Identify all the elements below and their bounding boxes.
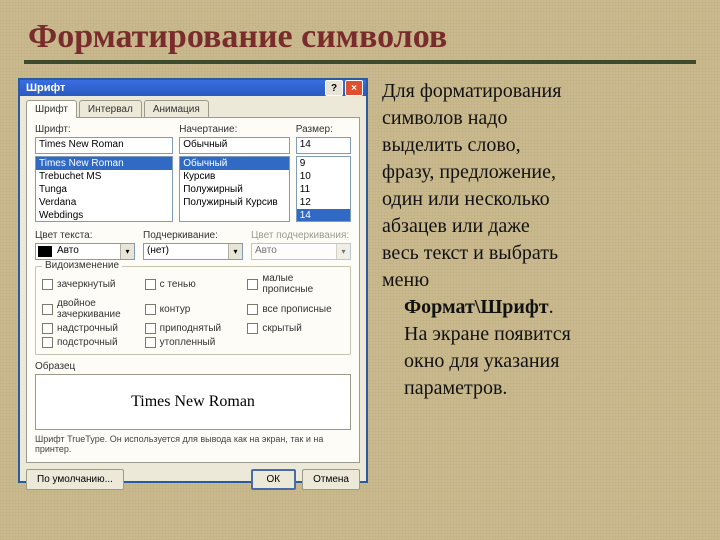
style-option[interactable]: Курсив bbox=[180, 170, 289, 183]
help-button[interactable]: ? bbox=[325, 80, 343, 96]
size-input[interactable]: 14 bbox=[296, 137, 351, 154]
style-option[interactable]: Обычный bbox=[180, 157, 289, 170]
font-dialog: Шрифт ? × Шрифт Интервал Анимация Шрифт: bbox=[18, 78, 368, 483]
size-option[interactable]: 10 bbox=[297, 170, 350, 183]
font-input[interactable]: Times New Roman bbox=[35, 137, 173, 154]
slide-title: Форматирование символов bbox=[28, 18, 702, 56]
tab-font-panel: Шрифт: Times New Roman Times New Roman T… bbox=[26, 117, 360, 463]
chk-sub[interactable]: подстрочный bbox=[42, 337, 139, 348]
size-option[interactable]: 11 bbox=[297, 183, 350, 196]
tab-spacing[interactable]: Интервал bbox=[79, 100, 142, 118]
font-option[interactable]: Webdings bbox=[36, 209, 172, 222]
size-listbox[interactable]: 9 10 11 12 14 bbox=[296, 156, 351, 222]
font-option[interactable]: Times New Roman bbox=[36, 157, 172, 170]
chk-shadow[interactable]: с тенью bbox=[145, 273, 242, 295]
chk-hidden[interactable]: скрытый bbox=[247, 323, 344, 334]
mods-group: Видоизменение зачеркнутый с тенью малые … bbox=[35, 266, 351, 355]
mods-legend: Видоизменение bbox=[42, 260, 122, 271]
font-option[interactable]: Tunga bbox=[36, 183, 172, 196]
font-label: Шрифт: bbox=[35, 124, 173, 135]
tab-font[interactable]: Шрифт bbox=[26, 100, 77, 118]
style-option[interactable]: Полужирный bbox=[180, 183, 289, 196]
tab-animation[interactable]: Анимация bbox=[144, 100, 209, 118]
style-listbox[interactable]: Обычный Курсив Полужирный Полужирный Кур… bbox=[179, 156, 290, 222]
cancel-button[interactable]: Отмена bbox=[302, 469, 360, 490]
ucolor-label: Цвет подчеркивания: bbox=[251, 230, 351, 241]
chk-outline[interactable]: контур bbox=[145, 298, 242, 320]
size-option[interactable]: 14 bbox=[297, 209, 350, 222]
chk-strike[interactable]: зачеркнутый bbox=[42, 273, 139, 295]
underline-combo[interactable]: (нет)▾ bbox=[143, 243, 243, 260]
slide-body: Для форматирования символов надо выделит… bbox=[382, 78, 702, 483]
size-label: Размер: bbox=[296, 124, 351, 135]
menu-reference: Формат\Шрифт bbox=[404, 296, 549, 318]
font-option[interactable]: Verdana bbox=[36, 196, 172, 209]
close-button[interactable]: × bbox=[345, 80, 363, 96]
chevron-down-icon: ▾ bbox=[228, 244, 242, 259]
ucolor-combo: Авто▾ bbox=[251, 243, 351, 260]
style-option[interactable]: Полужирный Курсив bbox=[180, 196, 289, 209]
ok-button[interactable]: ОК bbox=[251, 469, 297, 490]
font-listbox[interactable]: Times New Roman Trebuchet MS Tunga Verda… bbox=[35, 156, 173, 222]
style-input[interactable]: Обычный bbox=[179, 137, 290, 154]
size-option[interactable]: 12 bbox=[297, 196, 350, 209]
tabs: Шрифт Интервал Анимация bbox=[26, 100, 360, 118]
body-para2: На экране появится окно для указания пар… bbox=[404, 321, 692, 402]
sample-preview: Times New Roman bbox=[35, 374, 351, 430]
default-button[interactable]: По умолчанию... bbox=[26, 469, 124, 490]
chevron-down-icon: ▾ bbox=[336, 244, 350, 259]
dialog-title: Шрифт bbox=[26, 82, 323, 94]
chk-engrave[interactable]: утопленный bbox=[145, 337, 242, 348]
chk-dblstrike[interactable]: двойное зачеркивание bbox=[42, 298, 139, 320]
dialog-titlebar: Шрифт ? × bbox=[20, 80, 366, 96]
chevron-down-icon: ▾ bbox=[120, 244, 134, 259]
body-para1: Для форматирования символов надо выделит… bbox=[382, 78, 692, 294]
font-option[interactable]: Trebuchet MS bbox=[36, 170, 172, 183]
underline-label: Подчеркивание: bbox=[143, 230, 243, 241]
font-hint: Шрифт TrueType. Он используется для выво… bbox=[35, 434, 351, 454]
title-rule bbox=[24, 60, 696, 64]
chk-super[interactable]: надстрочный bbox=[42, 323, 139, 334]
color-label: Цвет текста: bbox=[35, 230, 135, 241]
chk-smallcaps[interactable]: малые прописные bbox=[247, 273, 344, 295]
size-option[interactable]: 9 bbox=[297, 157, 350, 170]
chk-allcaps[interactable]: все прописные bbox=[247, 298, 344, 320]
style-label: Начертание: bbox=[179, 124, 290, 135]
sample-label: Образец bbox=[35, 361, 351, 372]
color-combo[interactable]: Авто▾ bbox=[35, 243, 135, 260]
chk-emboss[interactable]: приподнятый bbox=[145, 323, 242, 334]
